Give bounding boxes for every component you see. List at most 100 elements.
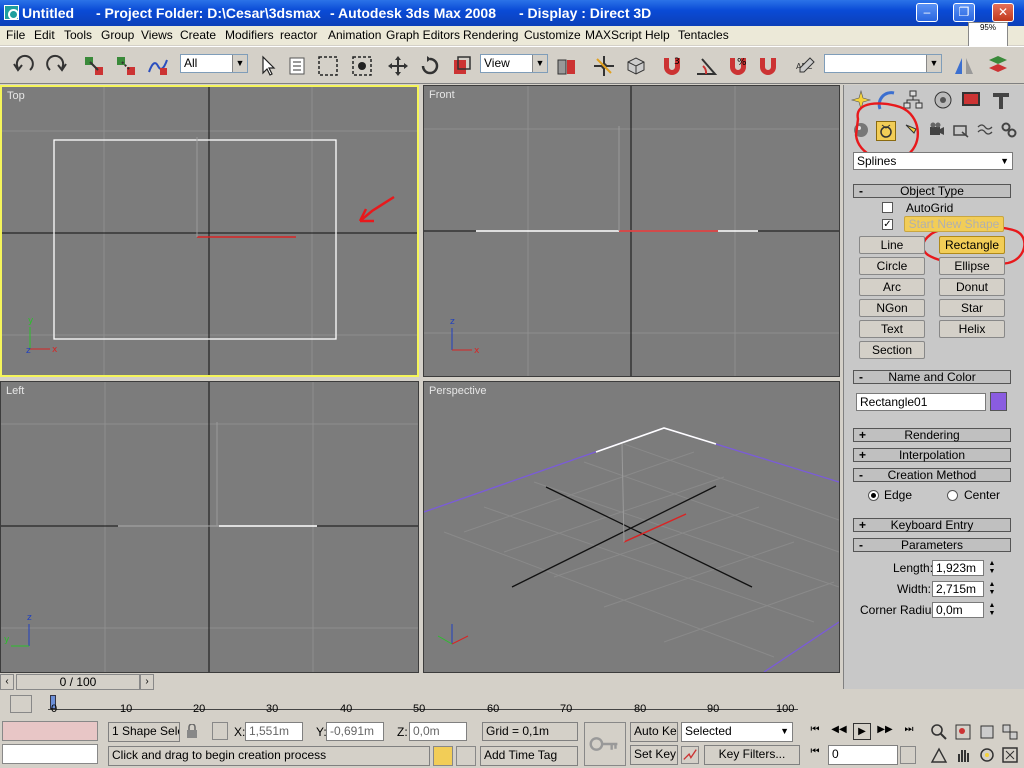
- zoom-extents-icon[interactable]: [978, 723, 996, 741]
- selection-filter-dropdown[interactable]: All ▼: [180, 54, 248, 73]
- rollout-object-type[interactable]: - Object Type: [853, 184, 1011, 198]
- corner-radius-spinner[interactable]: ▲ ▼: [987, 602, 997, 618]
- rectangle-shape[interactable]: [53, 139, 337, 340]
- select-object-icon[interactable]: [256, 54, 280, 78]
- width-field[interactable]: 2,715m: [932, 581, 984, 597]
- menu-views[interactable]: Views: [141, 28, 173, 42]
- donut-button[interactable]: Donut: [939, 278, 1005, 296]
- mini-curve-editor-icon[interactable]: [10, 695, 32, 713]
- viewport-top[interactable]: y x z Top: [0, 85, 419, 377]
- menu-graph-editors[interactable]: Graph Editors: [386, 28, 460, 42]
- rotate-icon[interactable]: [418, 54, 442, 78]
- rectangle-shape-highlight[interactable]: [595, 427, 717, 453]
- rollout-rendering[interactable]: + Rendering: [853, 428, 1011, 442]
- select-and-manipulate-icon[interactable]: [592, 54, 616, 78]
- ngon-button[interactable]: NGon: [859, 299, 925, 317]
- select-by-name-icon[interactable]: [286, 54, 310, 78]
- motion-tab-icon[interactable]: [932, 89, 954, 111]
- arc-rotate-icon[interactable]: [978, 746, 996, 764]
- length-spinner[interactable]: ▲ ▼: [987, 560, 997, 576]
- time-configuration-icon[interactable]: [900, 746, 916, 764]
- helix-button[interactable]: Helix: [939, 320, 1005, 338]
- align-icon[interactable]: [986, 54, 1010, 78]
- pivot-center-icon[interactable]: [554, 54, 578, 78]
- scale-icon[interactable]: [450, 54, 474, 78]
- zoom-extents-all-icon[interactable]: [1001, 723, 1019, 741]
- restore-button[interactable]: ❐: [953, 3, 975, 22]
- crossing-selection-icon[interactable]: [456, 746, 476, 766]
- add-time-tag-button[interactable]: Add Time Tag: [480, 746, 578, 766]
- rectangle-shape-edge[interactable]: [763, 621, 839, 672]
- menu-tools[interactable]: Tools: [64, 28, 92, 42]
- rollout-interpolation[interactable]: + Interpolation: [853, 448, 1011, 462]
- menu-tentacles[interactable]: Tentacles: [678, 28, 729, 42]
- z-coordinate-field[interactable]: 0,0m: [409, 722, 467, 741]
- hierarchy-tab-icon[interactable]: [902, 89, 924, 111]
- close-button[interactable]: ✕: [992, 3, 1014, 22]
- next-frame-icon[interactable]: ▶▶: [876, 724, 894, 740]
- circle-button[interactable]: Circle: [859, 257, 925, 275]
- reference-coordinate-dropdown[interactable]: View ▼: [480, 54, 548, 73]
- set-key-icon[interactable]: [584, 722, 626, 766]
- field-of-view-icon[interactable]: [930, 746, 948, 764]
- lock-icon[interactable]: [186, 723, 198, 738]
- current-frame-field[interactable]: 0: [828, 745, 898, 765]
- menu-create[interactable]: Create: [180, 28, 216, 42]
- set-key-button[interactable]: Set Key: [630, 745, 678, 765]
- menu-rendering[interactable]: Rendering: [463, 28, 518, 42]
- x-coordinate-field[interactable]: 1,551m: [245, 722, 303, 741]
- corner-radius-field[interactable]: 0,0m: [932, 602, 984, 618]
- arc-button[interactable]: Arc: [859, 278, 925, 296]
- category-dropdown[interactable]: Splines ▼: [853, 152, 1013, 170]
- section-button[interactable]: Section: [859, 341, 925, 359]
- start-new-shape-button[interactable]: Start New Shape: [904, 216, 1004, 232]
- prev-frame-arrow-icon[interactable]: ‹: [0, 674, 14, 690]
- object-name-field[interactable]: Rectangle01: [856, 393, 986, 411]
- rollout-keyboard-entry[interactable]: + Keyboard Entry: [853, 518, 1011, 532]
- edge-radio[interactable]: [868, 490, 879, 501]
- keyboard-shortcut-override-icon[interactable]: [624, 54, 648, 78]
- viewport-front[interactable]: z x Front: [423, 85, 840, 377]
- length-field[interactable]: 1,923m: [932, 560, 984, 576]
- space-warps-category-icon[interactable]: [976, 121, 994, 139]
- spinner-snap-toggle-icon[interactable]: [756, 54, 780, 78]
- bind-space-warp-icon[interactable]: [146, 54, 170, 78]
- viewport-perspective[interactable]: Perspective: [423, 381, 840, 673]
- rectangle-button[interactable]: Rectangle: [939, 236, 1005, 254]
- star-button[interactable]: Star: [939, 299, 1005, 317]
- lights-category-icon[interactable]: [902, 121, 920, 139]
- helpers-category-icon[interactable]: [952, 121, 970, 139]
- viewport-label-perspective[interactable]: Perspective: [429, 385, 486, 397]
- go-to-start-icon[interactable]: ⏮: [806, 724, 824, 740]
- undo-icon[interactable]: [12, 54, 36, 78]
- maxscript-output-mini[interactable]: [2, 744, 98, 764]
- zoom-icon[interactable]: [930, 723, 948, 741]
- go-to-end-icon[interactable]: ⏭: [900, 724, 918, 740]
- display-tab-icon[interactable]: [960, 89, 982, 111]
- menu-edit[interactable]: Edit: [34, 28, 55, 42]
- menu-maxscript[interactable]: MAXScript: [585, 28, 642, 42]
- viewport-label-front[interactable]: Front: [429, 89, 455, 101]
- systems-category-icon[interactable]: [1000, 121, 1018, 139]
- center-radio[interactable]: [947, 490, 958, 501]
- line-button[interactable]: Line: [859, 236, 925, 254]
- default-tangents-icon[interactable]: [681, 746, 699, 764]
- zoom-all-icon[interactable]: [954, 723, 972, 741]
- time-slider[interactable]: ‹ 0 / 100 ›: [0, 673, 843, 691]
- object-color-swatch[interactable]: [990, 392, 1007, 411]
- autogrid-checkbox[interactable]: [882, 202, 893, 213]
- next-frame-arrow-icon[interactable]: ›: [140, 674, 154, 690]
- named-selection-dropdown[interactable]: ▼: [824, 54, 942, 73]
- title-bar[interactable]: Untitled - Project Folder: D:\Cesar\3dsm…: [0, 0, 1024, 26]
- snap-toggle-icon[interactable]: 3: [660, 54, 684, 78]
- key-mode-dropdown[interactable]: Selected ▼: [681, 722, 793, 742]
- geometry-category-icon[interactable]: [852, 121, 870, 139]
- utilities-tab-icon[interactable]: [990, 89, 1012, 111]
- edit-named-selection-icon[interactable]: ABC: [794, 54, 818, 78]
- menu-reactor[interactable]: reactor: [280, 28, 317, 42]
- key-mode-toggle-icon[interactable]: ⏮: [806, 746, 824, 764]
- ellipse-button[interactable]: Ellipse: [939, 257, 1005, 275]
- viewport-left[interactable]: z y Left: [0, 381, 419, 673]
- selection-lock-icon[interactable]: [433, 746, 453, 766]
- width-spinner[interactable]: ▲ ▼: [987, 581, 997, 597]
